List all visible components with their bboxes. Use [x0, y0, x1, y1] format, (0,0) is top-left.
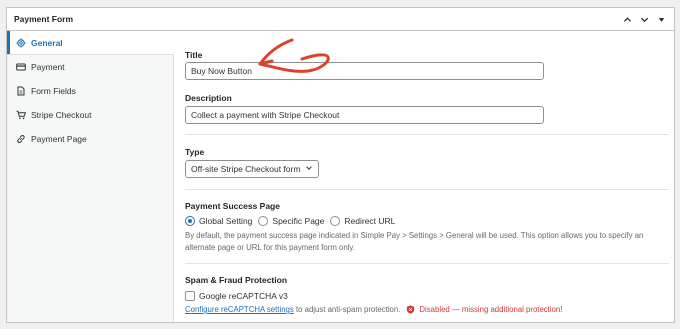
divider — [185, 134, 669, 135]
sidebar-item-stripe-checkout[interactable]: Stripe Checkout — [7, 103, 173, 127]
radio-global-setting[interactable]: Global Setting — [185, 216, 252, 226]
radio-label: Global Setting — [199, 216, 253, 226]
credit-card-icon — [16, 62, 26, 72]
sidebar-item-general[interactable]: General — [7, 31, 174, 55]
sidebar-item-label: Form Fields — [31, 86, 76, 96]
spam-protection-label: Spam & Fraud Protection — [185, 275, 288, 285]
radio-redirect-url[interactable]: Redirect URL — [330, 216, 395, 226]
cart-icon — [16, 110, 26, 120]
recaptcha-checkbox-label[interactable]: Google reCAPTCHA v3 — [185, 291, 288, 301]
type-label: Type — [185, 147, 205, 157]
title-input[interactable]: Buy Now Button — [185, 62, 544, 80]
success-page-radio-group: Global Setting Specific Page Redirect UR… — [185, 216, 395, 226]
divider — [185, 263, 669, 264]
recaptcha-disabled-status: Disabled — missing additional protection… — [419, 305, 563, 314]
success-page-field: Payment Success Page — [185, 201, 669, 211]
recaptcha-row: Google reCAPTCHA v3 — [185, 291, 288, 301]
success-page-label: Payment Success Page — [185, 201, 280, 211]
radio-button[interactable] — [258, 216, 269, 226]
caret-down-icon[interactable] — [656, 14, 666, 24]
type-select[interactable]: Off-site Stripe Checkout form — [185, 160, 319, 178]
settings-sidebar: General Payment Form Fields Stripe Check… — [7, 31, 174, 322]
radio-button[interactable] — [330, 216, 341, 226]
sidebar-item-form-fields[interactable]: Form Fields — [7, 79, 173, 103]
chevron-down-icon[interactable] — [639, 14, 649, 24]
description-label: Description — [185, 93, 232, 103]
document-icon — [16, 86, 26, 96]
chevron-down-icon — [305, 164, 313, 174]
configure-recaptcha-link[interactable]: Configure reCAPTCHA settings — [185, 305, 294, 314]
type-select-value: Off-site Stripe Checkout form — [191, 164, 301, 174]
help-line: By default, the payment success page ind… — [185, 231, 644, 240]
chevron-up-icon[interactable] — [622, 14, 632, 24]
sidebar-item-label: Payment — [31, 62, 65, 72]
sidebar-item-payment[interactable]: Payment — [7, 55, 173, 79]
shield-warning-icon — [406, 305, 415, 314]
success-page-help: By default, the payment success page ind… — [185, 230, 669, 254]
payment-form-panel: Payment Form General Payment Form Fields… — [6, 7, 675, 323]
radio-label: Specific Page — [272, 216, 325, 226]
panel-title: Payment Form — [14, 14, 74, 24]
divider — [185, 189, 669, 190]
gear-icon — [16, 38, 26, 48]
type-field: Type — [185, 147, 669, 157]
radio-label: Redirect URL — [344, 216, 396, 226]
panel-header: Payment Form — [7, 8, 674, 31]
annotation-arrow-icon — [258, 38, 330, 73]
configure-suffix: to adjust anti-spam protection. — [293, 305, 401, 314]
description-field: Description — [185, 93, 669, 103]
sidebar-item-label: Payment Page — [31, 134, 87, 144]
sidebar-item-label: Stripe Checkout — [31, 110, 92, 120]
sidebar-item-payment-page[interactable]: Payment Page — [7, 127, 173, 151]
description-input[interactable]: Collect a payment with Stripe Checkout — [185, 106, 544, 124]
spam-protection-field: Spam & Fraud Protection — [185, 275, 669, 285]
help-line: alternate page or URL for this payment f… — [185, 243, 355, 252]
sidebar-item-label: General — [31, 37, 63, 48]
checkbox-label: Google reCAPTCHA v3 — [199, 291, 288, 301]
recaptcha-checkbox[interactable] — [185, 291, 195, 301]
link-icon — [16, 134, 26, 144]
radio-specific-page[interactable]: Specific Page — [258, 216, 324, 226]
panel-controls — [622, 14, 666, 24]
radio-button[interactable] — [185, 216, 195, 226]
recaptcha-status-row: Configure reCAPTCHA settings to adjust a… — [185, 305, 562, 314]
